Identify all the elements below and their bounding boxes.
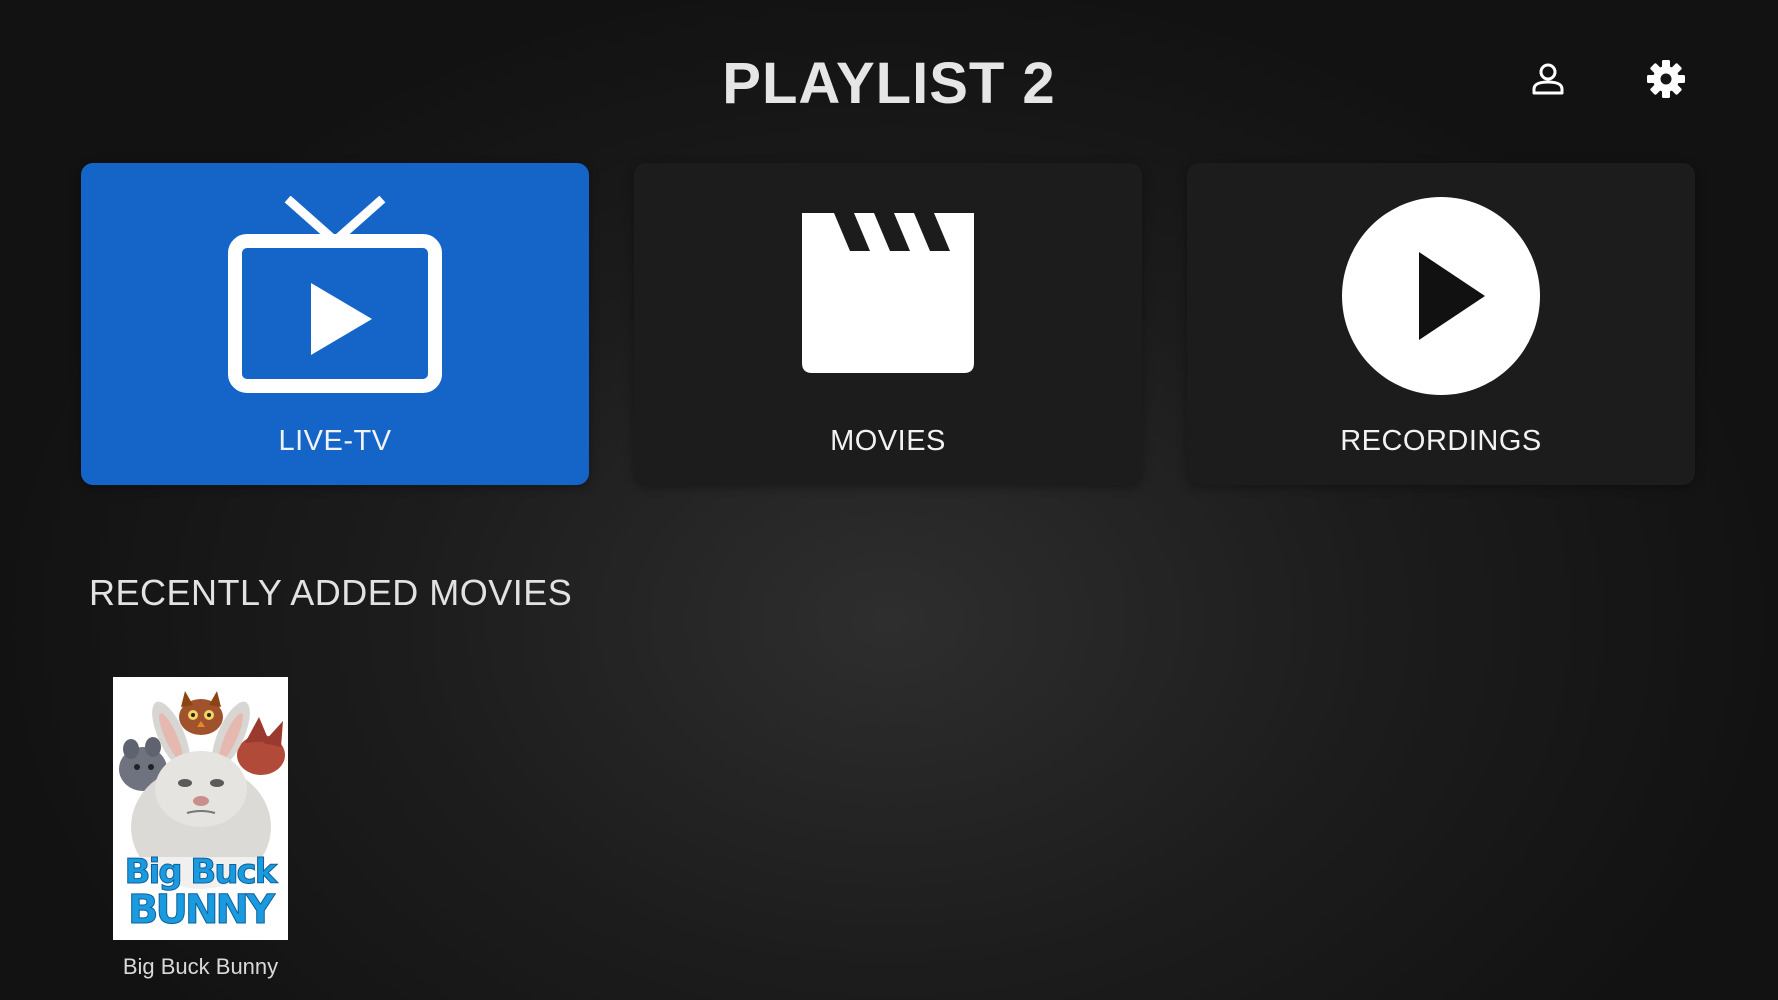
poster-artwork: Big Buck BUNNY: [113, 677, 288, 940]
tile-movies[interactable]: MOVIES: [634, 163, 1142, 485]
clapperboard-icon: [802, 213, 974, 373]
main-menu: LIVE-TV MOVIES RECORDINGS: [81, 163, 1697, 485]
tile-recordings[interactable]: RECORDINGS: [1187, 163, 1695, 485]
tile-label: LIVE-TV: [278, 425, 392, 457]
poster-title-line2: BUNNY: [128, 887, 276, 933]
tile-live-tv[interactable]: LIVE-TV: [81, 163, 589, 485]
movie-title: Big Buck Bunny: [122, 954, 279, 979]
poster-title-line1: Big Buck: [125, 852, 279, 892]
gear-icon: [1647, 60, 1685, 98]
person-icon: [1532, 63, 1564, 95]
tv-icon: [228, 196, 442, 393]
movie-card-big-buck-bunny[interactable]: Big Buck BUNNY Big Buck Bunny: [113, 677, 288, 980]
play-circle-icon: [1342, 197, 1540, 395]
settings-button[interactable]: [1641, 54, 1691, 104]
tile-label: MOVIES: [830, 425, 946, 457]
section-title-recent: RECENTLY ADDED MOVIES: [89, 572, 573, 613]
profile-button[interactable]: [1523, 54, 1573, 104]
tile-label: RECORDINGS: [1340, 425, 1542, 457]
movie-poster: Big Buck BUNNY: [113, 677, 288, 940]
page-title: PLAYLIST 2: [722, 51, 1056, 116]
